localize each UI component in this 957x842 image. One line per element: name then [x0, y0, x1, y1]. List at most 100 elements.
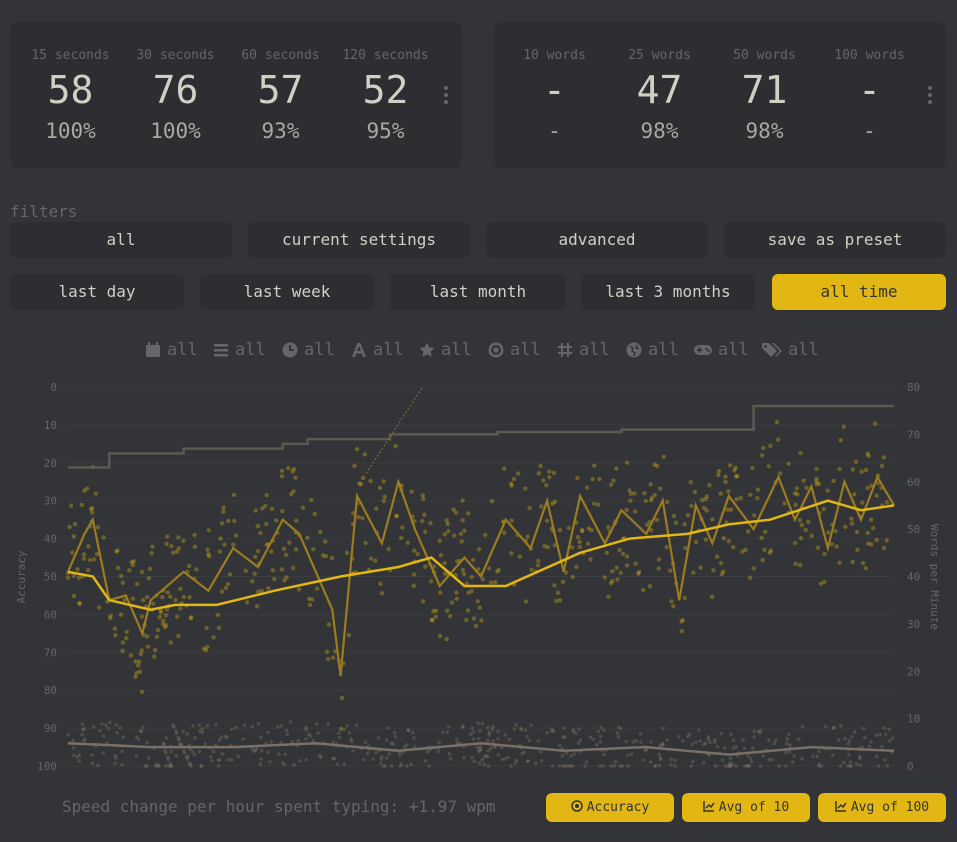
accuracy-dot — [887, 739, 892, 743]
wpm-dot — [648, 482, 653, 487]
accuracy-dot — [114, 723, 119, 727]
wpm-dot — [168, 594, 173, 599]
filter-label: all — [579, 340, 610, 360]
accuracy-dot — [503, 733, 508, 737]
wpm-dot — [575, 534, 581, 540]
last-week-button[interactable]: last week — [200, 274, 374, 310]
wpm-dot — [176, 634, 181, 639]
wpm-dot — [243, 568, 248, 573]
accuracy-dot — [100, 722, 104, 726]
accuracy-dot — [486, 764, 491, 768]
wpm-dot — [81, 556, 87, 561]
pb-acc: - — [548, 119, 561, 143]
accuracy-dot — [609, 764, 613, 768]
filter-funbox[interactable]: all — [694, 340, 749, 360]
wpm-dot — [320, 553, 326, 558]
current-settings-button[interactable]: current settings — [248, 222, 470, 258]
accuracy-dot — [120, 749, 125, 754]
time-pb-card: 15 seconds 58 100% 30 seconds 76 100% 60… — [10, 22, 462, 169]
accuracy-dot — [625, 764, 630, 768]
wpm-dot — [354, 446, 360, 452]
filter-time[interactable]: all — [282, 340, 335, 360]
accuracy-dot — [164, 763, 168, 768]
wpm-dot — [260, 506, 265, 511]
filter-numbers[interactable]: all — [557, 340, 610, 360]
accuracy-dot — [777, 764, 781, 768]
accuracy-dot — [503, 757, 507, 761]
accuracy-dot — [721, 758, 725, 762]
filter-punctuation[interactable]: all — [488, 340, 541, 360]
last-month-button[interactable]: last month — [391, 274, 565, 310]
left-tick-label: 100 — [37, 760, 57, 773]
pb-acc: 98% — [640, 119, 679, 143]
wpm-dot — [553, 598, 559, 604]
wpm-dot — [865, 530, 871, 536]
avg10-toggle-button[interactable]: Avg of 10 — [682, 793, 810, 822]
accuracy-dot — [823, 724, 828, 729]
wpm-dot — [204, 625, 209, 631]
last-3-months-button[interactable]: last 3 months — [581, 274, 755, 310]
filter-font[interactable]: all — [351, 340, 404, 360]
wpm-dot — [806, 519, 811, 524]
wpm-dot — [834, 544, 839, 549]
wpm-dot — [590, 477, 595, 482]
accuracy-toggle-button[interactable]: Accuracy — [546, 793, 674, 822]
wpm-dot — [154, 634, 160, 640]
accuracy-dot — [460, 725, 465, 729]
wpm-dot — [449, 600, 455, 605]
wpm-dot — [718, 491, 723, 496]
wpm-dot — [774, 419, 780, 425]
wpm-dot — [206, 528, 211, 533]
wpm-dot — [264, 492, 269, 498]
save-as-preset-button[interactable]: save as preset — [724, 222, 946, 258]
accuracy-dot — [729, 732, 733, 737]
accuracy-dot — [316, 731, 320, 735]
more-options-icon[interactable] — [443, 86, 449, 108]
wpm-dot — [76, 575, 82, 580]
wpm-dot — [393, 443, 398, 449]
last-day-button[interactable]: last day — [10, 274, 184, 310]
accuracy-dot — [878, 732, 882, 737]
filter-language[interactable]: all — [626, 340, 679, 360]
wpm-dot — [269, 549, 274, 554]
filters-label: filters — [10, 202, 78, 221]
wpm-dot — [128, 653, 134, 658]
wpm-dot — [77, 601, 82, 606]
wpm-dot — [707, 482, 712, 488]
accuracy-dot — [486, 738, 490, 743]
accuracy-dot — [496, 737, 500, 741]
wpm-dot — [879, 463, 885, 469]
filter-difficulty[interactable]: all — [419, 340, 472, 360]
accuracy-dot — [115, 730, 119, 735]
accuracy-dot — [697, 728, 701, 733]
accuracy-dot — [66, 733, 71, 737]
wpm-dot — [405, 540, 411, 545]
more-options-icon[interactable] — [927, 86, 933, 108]
accuracy-dot — [846, 742, 851, 746]
wpm-dot — [287, 540, 292, 545]
accuracy-dot — [507, 737, 512, 742]
accuracy-dot — [482, 754, 487, 759]
all-time-button[interactable]: all time — [772, 274, 946, 310]
filter-date[interactable]: all — [145, 340, 198, 360]
wpm-dot — [685, 512, 691, 518]
filter-all-button[interactable]: all — [10, 222, 232, 258]
filter-mode[interactable]: all — [213, 340, 266, 360]
accuracy-dot — [90, 753, 94, 757]
accuracy-dot — [193, 735, 197, 740]
wpm-dot — [821, 506, 827, 512]
left-tick-label: 40 — [44, 533, 57, 546]
accuracy-dot — [887, 727, 891, 732]
wpm-dot — [203, 647, 209, 653]
advanced-button[interactable]: advanced — [486, 222, 708, 258]
pb-label: 30 seconds — [136, 48, 215, 63]
wpm-dot — [65, 575, 71, 581]
avg100-toggle-button[interactable]: Avg of 100 — [818, 793, 946, 822]
filter-tags[interactable]: all — [762, 340, 819, 360]
accuracy-dot — [836, 738, 841, 742]
wpm-dot — [323, 539, 328, 544]
accuracy-dot — [182, 751, 187, 755]
accuracy-dot — [817, 749, 821, 754]
right-tick-label: 10 — [907, 713, 920, 726]
accuracy-dot — [631, 740, 636, 744]
